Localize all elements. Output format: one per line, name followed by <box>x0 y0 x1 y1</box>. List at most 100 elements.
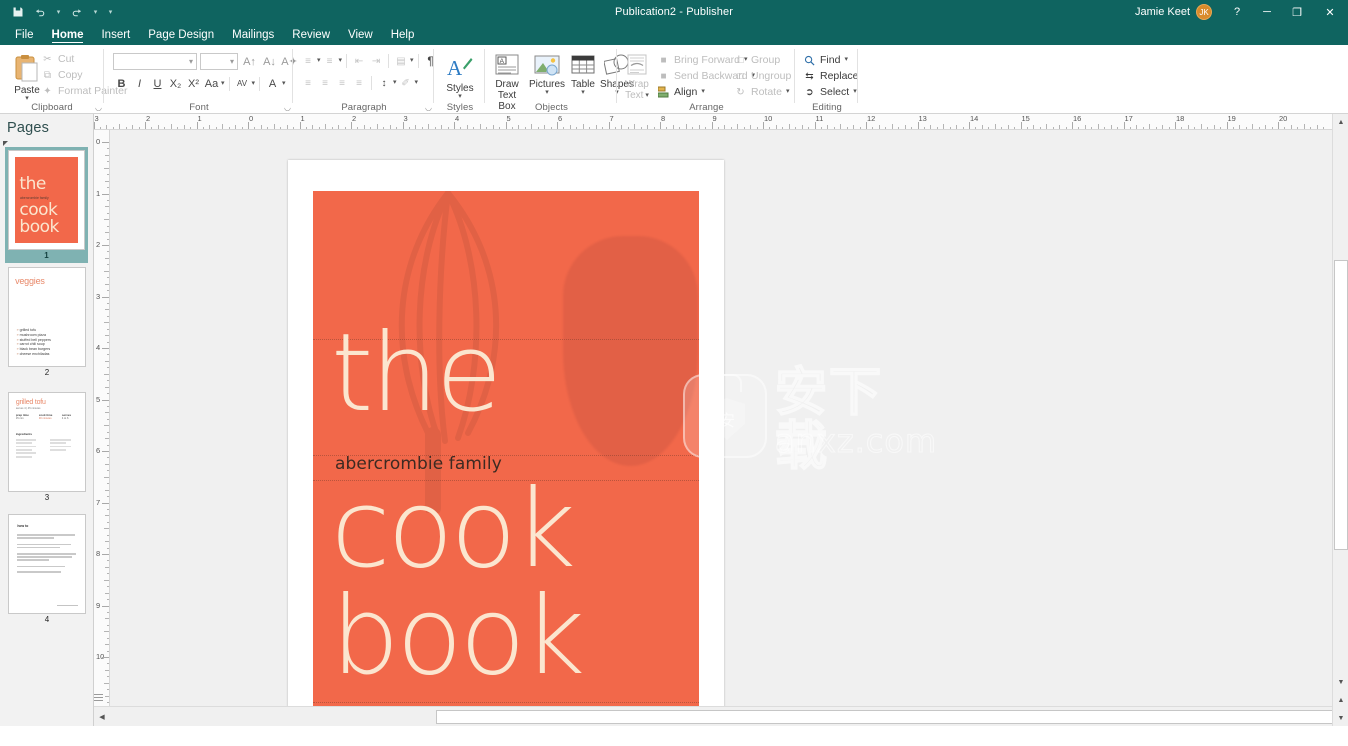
page-thumbnail-4[interactable]: how to 4 <box>0 514 93 636</box>
wrap-text-caret-icon[interactable]: ▾ <box>645 92 649 99</box>
horizontal-scroll-track[interactable] <box>110 709 1346 725</box>
align-center-button[interactable]: ≡ <box>317 75 333 91</box>
collapse-panel-icon[interactable] <box>3 141 8 146</box>
avatar[interactable]: JK <box>1196 4 1212 20</box>
change-case-caret-icon[interactable]: ▾ <box>221 80 225 87</box>
vertical-scrollbar[interactable]: ▲ ▼ ▲ ▼ <box>1332 114 1348 726</box>
ungroup-button[interactable]: □ Ungroup <box>731 68 794 84</box>
styles-caret-icon[interactable]: ▾ <box>458 93 462 100</box>
tab-review[interactable]: Review <box>283 24 339 45</box>
cover-title-line1[interactable]: the <box>331 320 502 428</box>
scroll-up-arrow-icon[interactable]: ▲ <box>1333 114 1348 130</box>
horizontal-ruler[interactable]: 3 2 1 0 1 2 3 4 5 6 7 8 9 10 11 12 13 14 15 16 17 18 19 20 <box>94 114 1332 130</box>
grow-font-button[interactable]: A↑ <box>241 53 258 70</box>
cover-title-line3[interactable]: book <box>331 583 585 691</box>
page-thumbnail-list[interactable]: the abercrombie family cook book 1 veggi… <box>0 147 93 725</box>
thumbnail-page-1[interactable]: the abercrombie family cook book <box>8 150 85 250</box>
tab-view[interactable]: View <box>339 24 382 45</box>
shrink-font-button[interactable]: A↓ <box>261 53 278 70</box>
italic-button[interactable]: I <box>131 75 148 92</box>
redo-icon[interactable] <box>67 3 87 21</box>
horizontal-scrollbar[interactable]: ◀ ▶ <box>94 706 1346 726</box>
hyphenation-button[interactable]: ✐ <box>398 75 414 91</box>
help-button[interactable]: ? <box>1222 0 1252 24</box>
bullets-caret-icon[interactable]: ▾ <box>317 57 321 64</box>
tab-home[interactable]: Home <box>43 24 93 45</box>
change-case-button[interactable]: Aa <box>203 75 220 92</box>
replace-button[interactable]: ⇆ Replace <box>800 68 862 84</box>
line-spacing-caret-icon[interactable]: ▾ <box>393 79 397 86</box>
styles-button[interactable]: A Styles ▾ <box>438 50 482 100</box>
font-dialog-launcher-icon[interactable]: ◡ <box>284 103 291 112</box>
scroll-left-arrow-icon[interactable]: ◀ <box>94 709 110 725</box>
hyphenation-caret-icon[interactable]: ▾ <box>415 79 419 86</box>
tab-insert[interactable]: Insert <box>92 24 139 45</box>
font-size-input[interactable]: ▾ <box>200 53 238 70</box>
character-spacing-button[interactable]: AV <box>234 75 251 92</box>
find-caret-icon[interactable]: ▾ <box>844 56 848 63</box>
table-button[interactable]: Table ▾ <box>568 50 598 96</box>
bold-button[interactable]: B <box>113 75 130 92</box>
thumbnail-page-3[interactable]: grilled tofu serves 4 | 45 minutes prep … <box>8 392 86 492</box>
pictures-button[interactable]: Pictures ▾ <box>528 50 566 96</box>
table-caret-icon[interactable]: ▾ <box>581 89 585 96</box>
document-canvas[interactable]: the abercrombie family cook book 安 安下载 a… <box>110 130 1332 710</box>
close-button[interactable]: ✕ <box>1312 0 1348 24</box>
page-sheet[interactable]: the abercrombie family cook book 安 安下载 a… <box>288 160 937 710</box>
pictures-caret-icon[interactable]: ▾ <box>545 89 549 96</box>
minimize-button[interactable]: ─ <box>1252 0 1282 24</box>
font-color-caret-icon[interactable]: ▾ <box>282 80 286 87</box>
account-name[interactable]: Jamie Keet <box>1135 6 1190 18</box>
rotate-button[interactable]: ↻ Rotate ▾ <box>731 84 794 100</box>
character-spacing-caret-icon[interactable]: ▾ <box>252 80 256 87</box>
tab-mailings[interactable]: Mailings <box>223 24 283 45</box>
undo-icon[interactable] <box>30 3 50 21</box>
previous-page-button[interactable]: ▲ <box>1333 692 1348 708</box>
cover-title-line2[interactable]: cook <box>331 476 576 584</box>
tab-help[interactable]: Help <box>382 24 424 45</box>
next-page-button[interactable]: ▼ <box>1333 710 1348 726</box>
decrease-indent-button[interactable]: ⇤ <box>351 53 367 69</box>
text-direction-button[interactable]: ▤ <box>393 53 409 69</box>
ruler-corner[interactable] <box>94 692 108 706</box>
scroll-down-arrow-icon[interactable]: ▼ <box>1333 674 1348 690</box>
paragraph-dialog-launcher-icon[interactable]: ◡ <box>425 103 432 112</box>
undo-dropdown-caret-icon[interactable]: ▾ <box>52 3 65 21</box>
horizontal-scroll-thumb[interactable] <box>436 709 1346 724</box>
line-spacing-button[interactable]: ↕ <box>376 75 392 91</box>
page-thumbnail-2[interactable]: veggies » grilled tofu » mushroom pizza … <box>0 267 93 392</box>
page-thumbnail-3[interactable]: grilled tofu serves 4 | 45 minutes prep … <box>0 392 93 514</box>
align-caret-icon[interactable]: ▾ <box>701 88 705 95</box>
wrap-text-button[interactable]: Wrap Text ▾ <box>620 50 654 101</box>
tab-file[interactable]: File <box>6 24 43 45</box>
justify-button[interactable]: ≡ <box>351 75 367 91</box>
page-thumbnail-1[interactable]: the abercrombie family cook book 1 <box>0 147 93 267</box>
font-name-input[interactable]: ▾ <box>113 53 197 70</box>
customize-quick-access-icon[interactable]: ▾ <box>104 3 117 21</box>
restore-button[interactable]: ❐ <box>1282 0 1312 24</box>
save-icon[interactable] <box>8 3 28 21</box>
rotate-caret-icon[interactable]: ▾ <box>786 88 790 95</box>
redo-dropdown-caret-icon[interactable]: ▾ <box>89 3 102 21</box>
text-direction-caret-icon[interactable]: ▾ <box>410 57 414 64</box>
align-left-button[interactable]: ≡ <box>300 75 316 91</box>
subscript-button[interactable]: X₂ <box>167 75 184 92</box>
numbering-caret-icon[interactable]: ▾ <box>339 57 343 64</box>
cover-design[interactable]: the abercrombie family cook book <box>313 191 699 710</box>
vertical-scroll-thumb[interactable] <box>1334 260 1348 550</box>
select-button[interactable]: ➲ Select ▾ <box>800 84 862 100</box>
tab-page-design[interactable]: Page Design <box>139 24 223 45</box>
vertical-ruler[interactable]: 01234567891011 <box>94 130 110 710</box>
underline-button[interactable]: U <box>149 75 166 92</box>
clipboard-dialog-launcher-icon[interactable]: ◡ <box>95 103 102 112</box>
align-right-button[interactable]: ≡ <box>334 75 350 91</box>
numbering-button[interactable]: ≡ <box>322 53 338 69</box>
group-button[interactable]: □ Group <box>731 52 794 68</box>
bullets-button[interactable]: ≡ <box>300 53 316 69</box>
increase-indent-button[interactable]: ⇥ <box>368 53 384 69</box>
thumbnail-page-2[interactable]: veggies » grilled tofu » mushroom pizza … <box>8 267 86 367</box>
font-color-button[interactable]: A <box>264 75 281 92</box>
find-button[interactable]: Find ▾ <box>800 52 862 68</box>
superscript-button[interactable]: X² <box>185 75 202 92</box>
thumbnail-page-4[interactable]: how to <box>8 514 86 614</box>
